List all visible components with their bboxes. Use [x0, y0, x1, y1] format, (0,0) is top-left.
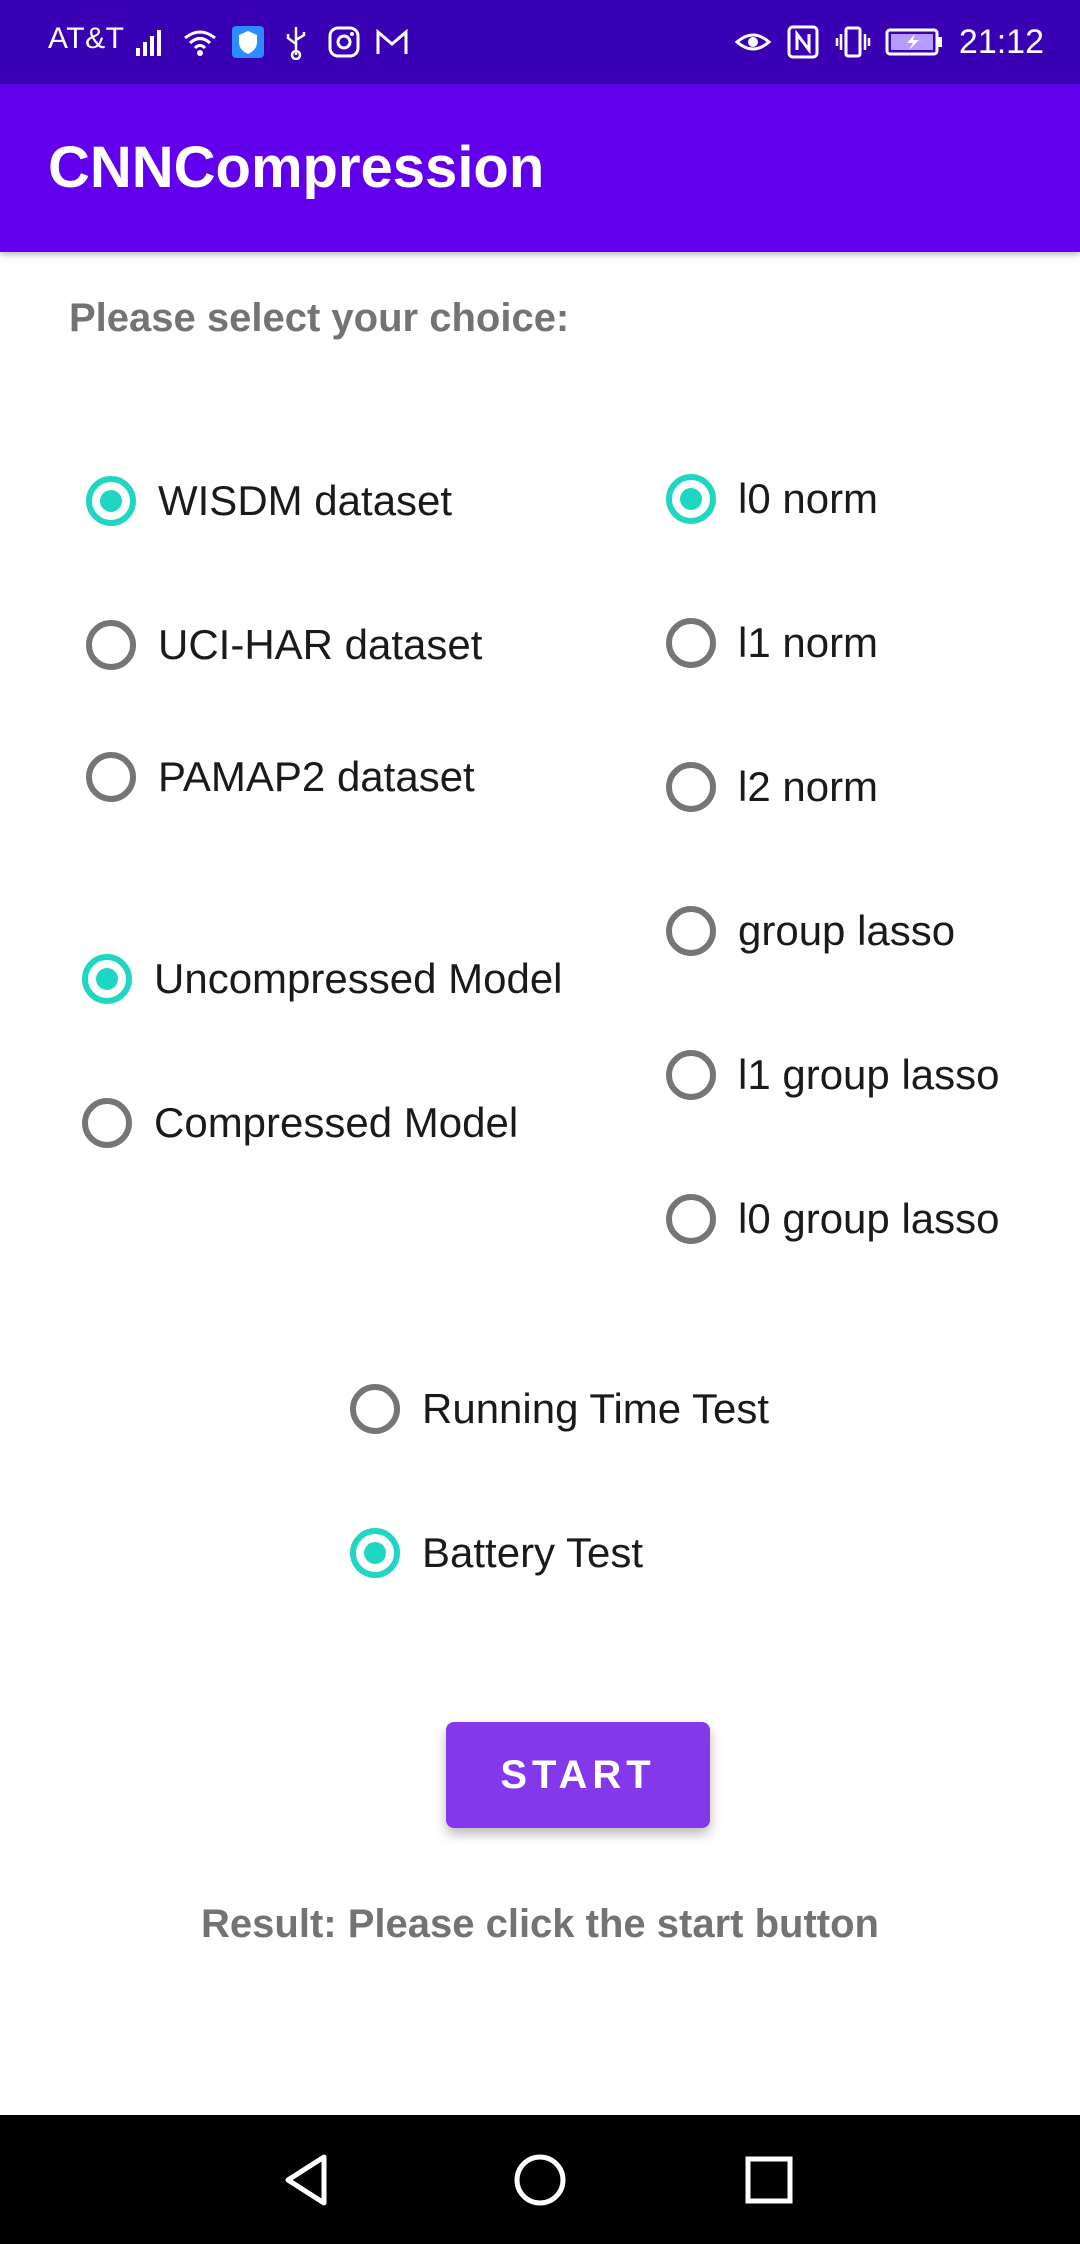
radio-checked-icon	[86, 476, 136, 526]
app-title: CNNCompression	[48, 135, 545, 200]
radio-unchecked-icon	[666, 906, 716, 956]
radio-label: UCI-HAR dataset	[158, 621, 483, 668]
app-bar: CNNCompression	[0, 84, 1080, 252]
radio-unchecked-icon	[666, 1194, 716, 1244]
radio-checked-icon	[666, 474, 716, 524]
radio-unchecked-icon	[86, 620, 136, 670]
shield-icon	[232, 26, 264, 58]
radio-label: l0 norm	[738, 475, 879, 522]
radio-l1-norm[interactable]: l1 norm	[666, 608, 878, 678]
radio-checked-icon	[350, 1528, 400, 1578]
radio-unchecked-icon	[350, 1384, 400, 1434]
status-bar: AT&T 21:12	[0, 0, 1080, 84]
radio-label: Battery Test	[422, 1529, 643, 1576]
carrier-label: AT&T	[48, 22, 125, 55]
radio-label: Compressed Model	[154, 1099, 519, 1146]
nfc-icon	[787, 25, 819, 59]
radio-unchecked-icon	[666, 762, 716, 812]
back-icon[interactable]	[274, 2145, 344, 2215]
vibrate-icon	[835, 26, 871, 58]
battery-charging-icon	[885, 28, 942, 56]
radio-label: WISDM dataset	[158, 477, 453, 524]
instagram-icon	[328, 26, 360, 58]
radio-l0-norm[interactable]: l0 norm	[666, 464, 878, 534]
radio-label: Running Time Test	[422, 1385, 770, 1432]
usb-icon	[286, 27, 306, 60]
eye-icon	[734, 33, 771, 51]
radio-unchecked-icon	[82, 1098, 132, 1148]
radio-unchecked-icon	[666, 618, 716, 668]
radio-wisdm-dataset[interactable]: WISDM dataset	[86, 466, 452, 536]
radio-pamap2-dataset[interactable]: PAMAP2 dataset	[86, 742, 475, 812]
radio-label: l1 norm	[738, 619, 879, 666]
radio-label: l1 group lasso	[738, 1051, 1000, 1098]
home-icon[interactable]	[505, 2145, 575, 2215]
radio-label: l0 group lasso	[738, 1195, 1000, 1242]
radio-unchecked-icon	[86, 752, 136, 802]
radio-uci-har-dataset[interactable]: UCI-HAR dataset	[86, 610, 482, 680]
radio-l2-norm[interactable]: l2 norm	[666, 752, 878, 822]
radio-label: PAMAP2 dataset	[158, 753, 475, 800]
radio-battery-test[interactable]: Battery Test	[350, 1518, 643, 1588]
radio-label: Uncompressed Model	[154, 955, 563, 1002]
navigation-bar	[0, 2115, 1080, 2244]
radio-group-lasso[interactable]: group lasso	[666, 896, 955, 966]
gmail-icon	[376, 28, 408, 54]
wifi-icon	[184, 30, 216, 56]
radio-running-time-test[interactable]: Running Time Test	[350, 1374, 769, 1444]
system-status-icons: 21:12	[734, 20, 1044, 64]
radio-uncompressed-model[interactable]: Uncompressed Model	[82, 944, 563, 1014]
radio-unchecked-icon	[666, 1050, 716, 1100]
radio-l0-group-lasso[interactable]: l0 group lasso	[666, 1184, 1000, 1254]
radio-l1-group-lasso[interactable]: l1 group lasso	[666, 1040, 1000, 1110]
start-button[interactable]: START	[446, 1722, 710, 1828]
choice-prompt: Please select your choice:	[69, 296, 570, 340]
recents-icon[interactable]	[734, 2145, 804, 2215]
radio-label: l2 norm	[738, 763, 879, 810]
radio-label: group lasso	[738, 907, 956, 954]
clock: 21:12	[958, 22, 1044, 61]
signal-icon	[136, 30, 161, 56]
result-text: Result: Please click the start button	[201, 1902, 879, 1946]
radio-checked-icon	[82, 954, 132, 1004]
radio-compressed-model[interactable]: Compressed Model	[82, 1088, 518, 1158]
notification-icons	[134, 20, 410, 64]
